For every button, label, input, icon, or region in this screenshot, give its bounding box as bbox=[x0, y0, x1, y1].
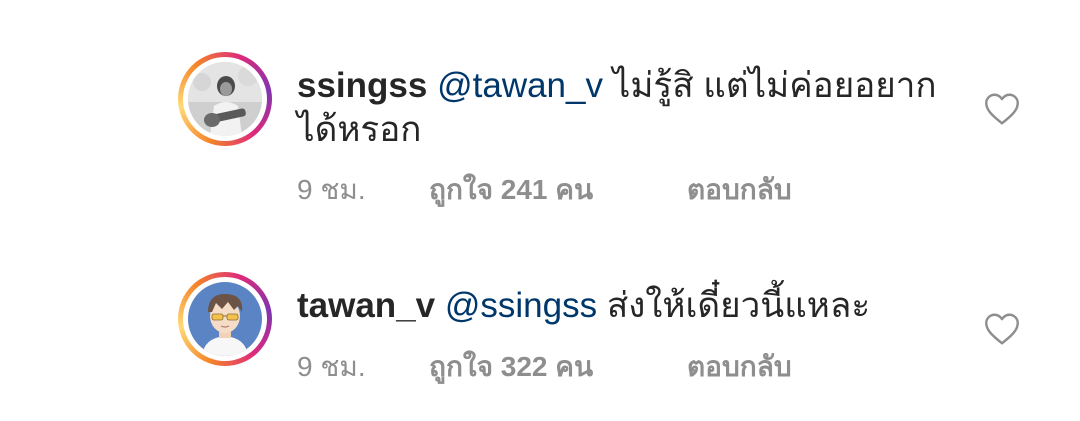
comment-text: ssingss @tawan_v ไม่รู้สิ แต่ไม่ค่อยอยาก… bbox=[297, 64, 937, 152]
comment-text: tawan_v @ssingss ส่งให้เดี๋ยวนี้แหละ bbox=[297, 284, 937, 328]
avatar-border bbox=[183, 57, 267, 141]
comment-item: ssingss @tawan_v ไม่รู้สิ แต่ไม่ค่อยอยาก… bbox=[0, 52, 1080, 222]
comment-username[interactable]: ssingss bbox=[297, 66, 427, 105]
comment-item: tawan_v @ssingss ส่งให้เดี๋ยวนี้แหละ 9 ช… bbox=[0, 272, 1080, 412]
guitar-player-photo-icon bbox=[188, 62, 262, 136]
comment-time: 9 ชม. bbox=[297, 351, 366, 382]
comment-likes[interactable]: ถูกใจ 322 คน bbox=[429, 350, 687, 384]
comment-body: ส่งให้เดี๋ยวนี้แหละ bbox=[606, 286, 871, 325]
comment-meta: 9 ชม. ถูกใจ 241 คน ตอบกลับ bbox=[297, 173, 792, 207]
avatar[interactable] bbox=[188, 282, 262, 356]
story-ring[interactable] bbox=[178, 272, 272, 366]
avatar[interactable] bbox=[188, 62, 262, 136]
cartoon-boy-illustration-icon bbox=[188, 282, 262, 356]
heart-outline-icon[interactable] bbox=[984, 312, 1020, 346]
comment-mention[interactable]: @tawan_v bbox=[437, 66, 603, 105]
reply-button[interactable]: ตอบกลับ bbox=[687, 350, 792, 384]
comment-meta: 9 ชม. ถูกใจ 322 คน ตอบกลับ bbox=[297, 350, 792, 384]
comment-likes[interactable]: ถูกใจ 241 คน bbox=[429, 173, 687, 207]
comment-mention[interactable]: @ssingss bbox=[445, 286, 597, 325]
comment-time: 9 ชม. bbox=[297, 174, 366, 205]
story-ring[interactable] bbox=[178, 52, 272, 146]
reply-button[interactable]: ตอบกลับ bbox=[687, 173, 792, 207]
avatar-border bbox=[183, 277, 267, 361]
comment-username[interactable]: tawan_v bbox=[297, 286, 435, 325]
heart-outline-icon[interactable] bbox=[984, 92, 1020, 126]
